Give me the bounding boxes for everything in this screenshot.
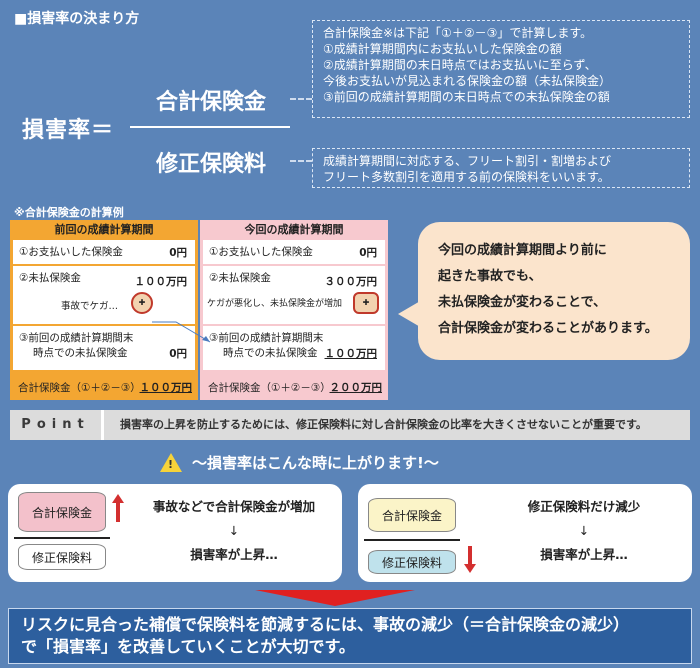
curr-period-header: 今回の成績計算期間 [244, 223, 344, 236]
curr-total: 合計保険金（①＋②－③） ２００万円 [200, 376, 388, 400]
row-amount: 0円 [359, 247, 377, 259]
warning-title: ～損害率はこんな時に上がります!～ [192, 454, 439, 472]
warning-icon-mark: ! [168, 458, 174, 471]
down-triangle-icon [255, 590, 415, 606]
prev-period-header: 前回の成績計算期間 [54, 223, 154, 236]
hospital-bed-icon: ✚ [353, 292, 379, 314]
curr-row-unpaid: ②未払保険金 ３００万円 ケガが悪化し、未払保険金が増加 ✚ [203, 266, 385, 324]
numerator-connector [290, 98, 312, 100]
row-amount: 0円 [169, 348, 187, 360]
arrow-down-icon [464, 564, 476, 573]
note-line: ①成績計算期間内にお支払いした保険金の額 [323, 42, 562, 56]
claims-cylinder: 合計保険金 [18, 492, 106, 532]
fraction-line [130, 126, 290, 128]
calc-example-title: ※合計保険金の計算例 [14, 206, 124, 219]
arrow-down-shaft [468, 546, 472, 564]
row-amount: １００万円 [324, 348, 378, 360]
note-line: 合計保険金※は下記「①＋②－③」で計算します。 [323, 26, 593, 40]
row-sub-note: ケガが悪化し、未払保険金が増加 [207, 299, 343, 309]
injured-person-icon: ✚ [131, 292, 153, 314]
premium-cylinder: 修正保険料 [18, 544, 106, 570]
case-claims-increase: 合計保険金 修正保険料 事故などで合計保険金が増加 ↓ 損害率が上昇… [8, 484, 342, 582]
conclusion-line: で「損害率」を改善していくことが大切です。 [21, 637, 355, 656]
curr-period-column: 今回の成績計算期間 ①お支払いした保険金 0円 ②未払保険金 ３００万円 ケガが… [200, 220, 388, 400]
total-amount: ２００万円 [329, 382, 383, 394]
formula-label: 損害率＝ [22, 118, 115, 143]
curr-row-previous-unpaid: ③前回の成績計算期間末 時点での未払保険金 １００万円 [203, 326, 385, 370]
row-amount: ３００万円 [324, 276, 378, 288]
bubble-line: 起きた事故でも、 [438, 269, 542, 284]
row-amount: １００万円 [134, 276, 188, 288]
total-label: 合計保険金（①＋②－③） [18, 382, 141, 394]
case-arrow: ↓ [228, 523, 240, 538]
row-sub-note: 事故でケガ… [61, 301, 119, 312]
prev-total: 合計保険金（①＋②－③） １００万円 [10, 376, 198, 400]
row-label: ③前回の成績計算期間末 [209, 332, 324, 344]
case-line1: 事故などで合計保険金が増加 [152, 499, 316, 514]
case-premium-decrease: 合計保険金 修正保険料 修正保険料だけ減少 ↓ 損害率が上昇… [358, 484, 692, 582]
row-label: ②未払保険金 [209, 272, 271, 284]
row-label: 時点での未払保険金 [33, 347, 128, 359]
note-line: ③前回の成績計算期間の末日時点での未払保険金の額 [323, 90, 610, 104]
row-amount: 0円 [169, 247, 187, 259]
row-label: ①お支払いした保険金 [209, 246, 313, 258]
note-line: ②成績計算期間の末日時点ではお支払いに至らず、 [323, 58, 597, 72]
bubble-line: 未払保険金が変わることで、 [438, 295, 607, 310]
premium-cylinder: 修正保険料 [368, 550, 456, 574]
case-line2: 損害率が上昇… [190, 547, 278, 562]
note-line: 成績計算期間に対応する、フリート割引・割増および [323, 154, 612, 168]
divider-line [364, 539, 460, 541]
formula-denominator: 修正保険料 [155, 152, 266, 177]
row-label: ①お支払いした保険金 [19, 246, 123, 258]
denominator-note: 成績計算期間に対応する、フリート割引・割増および フリート多数割引を適用する前の… [312, 148, 690, 188]
bubble-line: 合計保険金が変わることがあります。 [438, 321, 658, 336]
total-label: 合計保険金（①＋②－③） [208, 382, 331, 394]
denominator-connector [290, 160, 312, 162]
note-line: 今後お支払いが見込まれる保険金の額（未払保険金） [323, 74, 612, 88]
case-line1: 修正保険料だけ減少 [527, 499, 641, 514]
conclusion-line: リスクに見合った補償で保険料を節減するには、事故の減少（＝合計保険金の減少） [21, 615, 630, 634]
total-amount: １００万円 [139, 382, 193, 394]
claims-cylinder: 合計保険金 [368, 498, 456, 532]
note-line: フリート多数割引を適用する前の保険料をいいます。 [323, 170, 610, 184]
prev-row-paid: ①お支払いした保険金 0円 [13, 240, 195, 264]
case-line2: 損害率が上昇… [540, 547, 628, 562]
bubble-line: 今回の成績計算期間より前に [438, 243, 607, 258]
conclusion-box: リスクに見合った補償で保険料を節減するには、事故の減少（＝合計保険金の減少） で… [8, 608, 692, 664]
divider-line [14, 537, 110, 539]
point-label: Point [10, 410, 104, 440]
numerator-note: 合計保険金※は下記「①＋②－③」で計算します。 ①成績計算期間内にお支払いした保… [312, 20, 690, 118]
point-bar: Point 損害率の上昇を防止するためには、修正保険料に対し合計保険金の比率を大… [10, 410, 690, 440]
case-arrow: ↓ [578, 523, 590, 538]
prev-period-column: 前回の成績計算期間 ①お支払いした保険金 0円 ②未払保険金 １００万円 事故で… [10, 220, 198, 400]
explanation-bubble: 今回の成績計算期間より前に 起きた事故でも、 未払保険金が変わることで、 合計保… [418, 222, 690, 360]
formula-numerator: 合計保険金 [155, 90, 266, 115]
arrow-up-shaft [116, 502, 120, 522]
calc-example-table: 前回の成績計算期間 ①お支払いした保険金 0円 ②未払保険金 １００万円 事故で… [10, 220, 388, 400]
section-title: ■損害率の決まり方 [14, 11, 140, 27]
carry-over-arrow-icon [152, 321, 211, 343]
point-text: 損害率の上昇を防止するためには、修正保険料に対し合計保険金の比率を大きくさせない… [120, 418, 647, 431]
row-label: ②未払保険金 [19, 272, 81, 284]
curr-row-paid: ①お支払いした保険金 0円 [203, 240, 385, 264]
